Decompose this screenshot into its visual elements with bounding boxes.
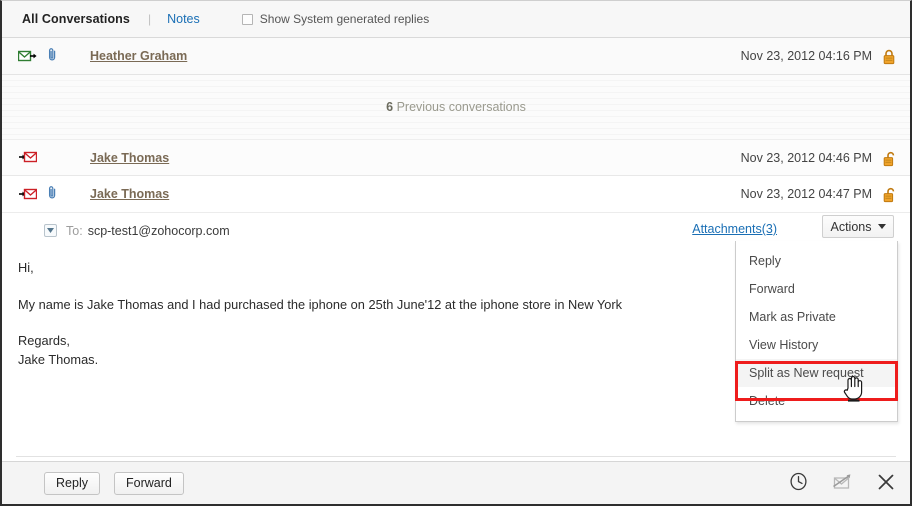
outgoing-mail-icon — [18, 50, 37, 63]
body-line-3: Regards, — [18, 333, 70, 349]
message-body: Hi, My name is Jake Thomas and I had pur… — [18, 259, 718, 369]
body-line-1: Hi, — [18, 260, 34, 275]
conversation-date: Nov 23, 2012 04:16 PM — [740, 49, 872, 63]
footer-icon-group — [789, 472, 896, 495]
paperclip-icon — [48, 47, 57, 65]
sender-name-link[interactable]: Heather Graham — [90, 49, 187, 63]
conversation-row-heather-graham[interactable]: Heather Graham Nov 23, 2012 04:16 PM — [2, 38, 910, 75]
show-system-replies-label: Show System generated replies — [259, 12, 430, 26]
chevron-down-icon — [877, 224, 886, 229]
row-icon-group — [18, 185, 74, 203]
menu-item-split-as-new-request[interactable]: Split as New request — [736, 359, 897, 387]
expand-recipients-caret-icon[interactable] — [44, 224, 57, 237]
sender-name-link[interactable]: Jake Thomas — [90, 187, 169, 201]
attachments-link[interactable]: Attachments(3) — [692, 222, 777, 236]
tab-notes[interactable]: Notes — [167, 12, 200, 26]
close-icon[interactable] — [876, 472, 896, 495]
menu-item-mark-as-private[interactable]: Mark as Private — [736, 303, 897, 331]
incoming-mail-icon — [18, 151, 37, 164]
conversation-row-jake-thomas-2[interactable]: Jake Thomas Nov 23, 2012 04:47 PM — [2, 176, 910, 213]
show-system-replies-checkbox[interactable] — [241, 13, 253, 25]
conversation-toolbar: All Conversations | Notes Show System ge… — [2, 1, 910, 38]
body-line-2: My name is Jake Thomas and I had purchas… — [18, 296, 623, 312]
clock-icon[interactable] — [789, 472, 808, 494]
body-line-4: Jake Thomas. — [18, 351, 99, 367]
unlocked-icon — [882, 151, 896, 167]
previous-conversations-label: Previous conversations — [393, 100, 526, 114]
conversation-date: Nov 23, 2012 04:46 PM — [740, 150, 872, 165]
menu-item-view-history[interactable]: View History — [736, 331, 897, 359]
to-value: scp-test1@zohocorp.com — [87, 223, 230, 238]
mail-reply-icon[interactable] — [832, 473, 852, 494]
locked-icon — [882, 49, 896, 65]
conversation-date: Nov 23, 2012 04:47 PM — [740, 187, 872, 201]
menu-item-forward[interactable]: Forward — [736, 275, 897, 303]
tab-all-conversations[interactable]: All Conversations — [22, 12, 130, 26]
unlocked-icon — [882, 187, 896, 203]
incoming-mail-icon — [18, 188, 37, 201]
content-divider — [16, 456, 896, 457]
row-icon-group — [18, 151, 74, 164]
actions-button-label: Actions — [830, 219, 872, 234]
mouse-cursor-pointer-icon — [843, 375, 865, 403]
menu-item-reply[interactable]: Reply — [736, 247, 897, 275]
reply-button[interactable]: Reply — [44, 471, 100, 495]
to-label: To: — [66, 223, 83, 238]
paperclip-icon — [48, 185, 57, 203]
show-system-replies-toggle[interactable]: Show System generated replies — [241, 12, 430, 26]
actions-button[interactable]: Actions — [822, 215, 894, 238]
tab-separator: | — [147, 12, 152, 26]
message-footer-toolbar: Reply Forward — [2, 461, 910, 504]
sender-name-link[interactable]: Jake Thomas — [90, 151, 169, 165]
previous-conversations-text: 6 Previous conversations — [386, 100, 526, 114]
menu-item-delete[interactable]: Delete — [736, 387, 897, 415]
conversation-row-jake-thomas-1[interactable]: Jake Thomas Nov 23, 2012 04:46 PM — [2, 139, 910, 176]
forward-button[interactable]: Forward — [114, 471, 184, 495]
actions-dropdown-menu[interactable]: Reply Forward Mark as Private View Histo… — [735, 241, 898, 422]
conversation-panel: All Conversations | Notes Show System ge… — [0, 0, 912, 506]
previous-conversations-band[interactable]: 6 Previous conversations — [2, 75, 910, 140]
row-icon-group — [18, 47, 74, 65]
